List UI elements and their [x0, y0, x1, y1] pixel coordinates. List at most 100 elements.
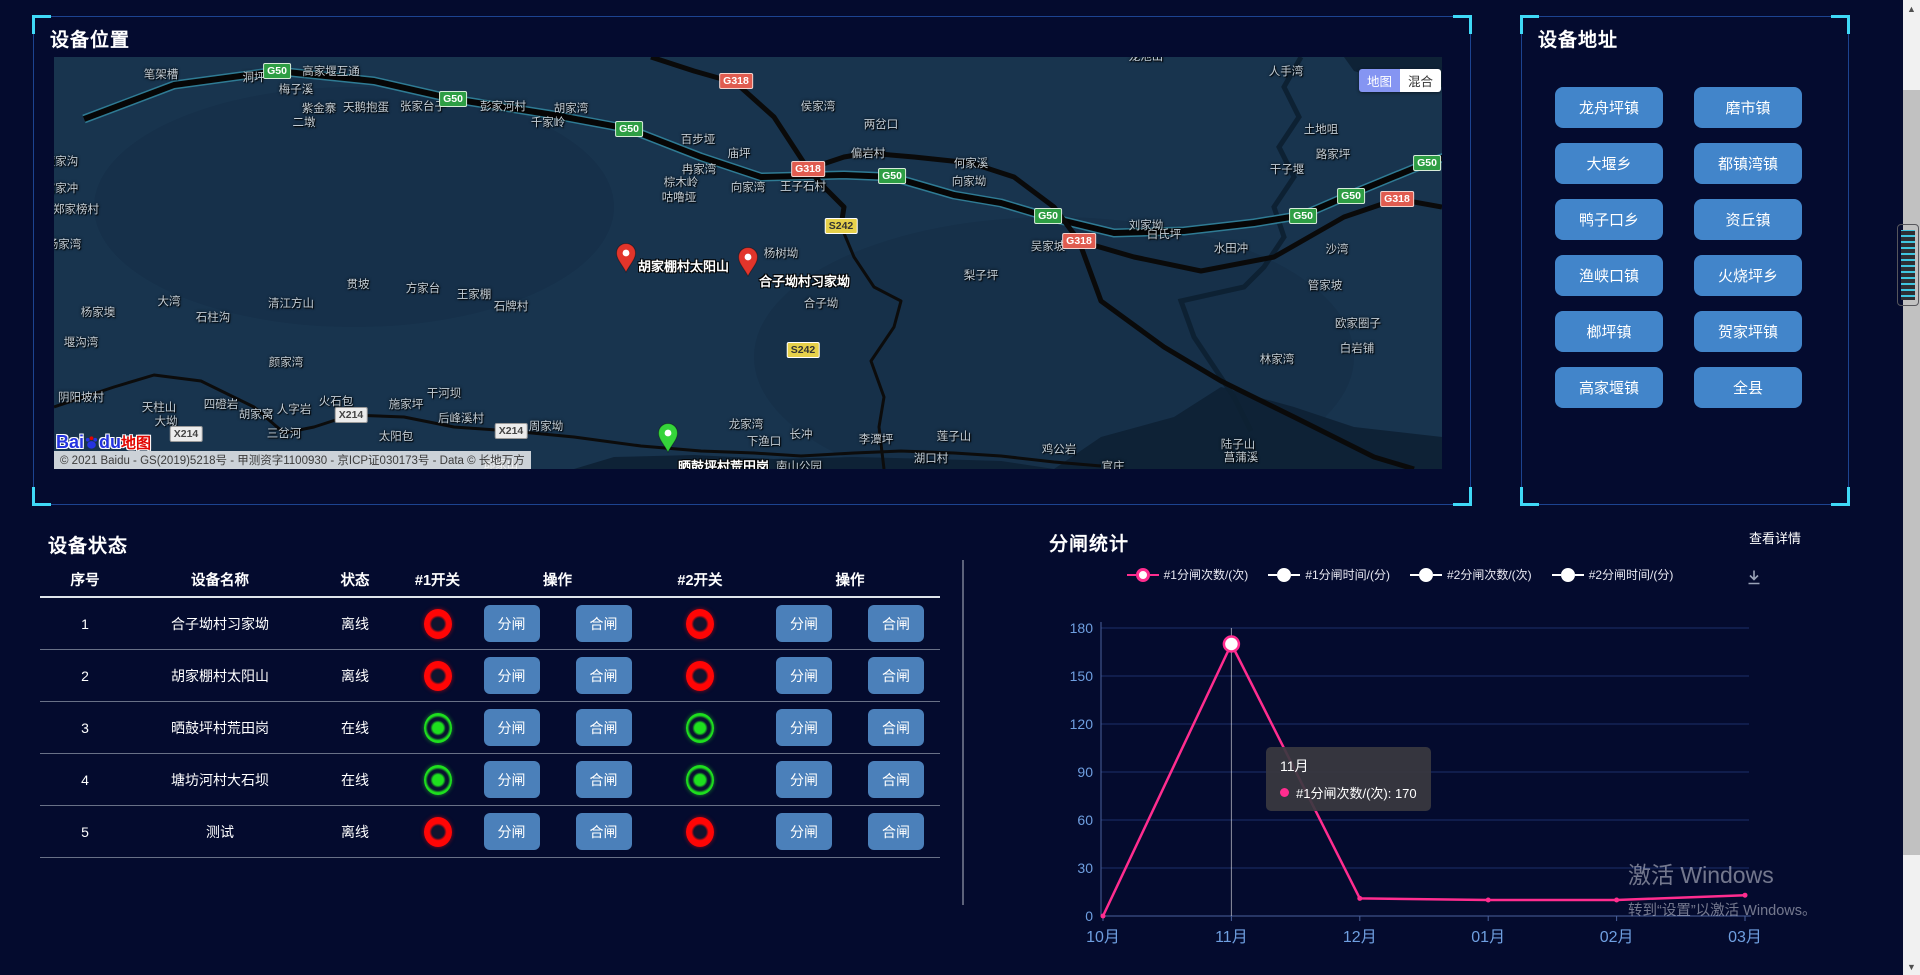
- map-type-hybrid-button[interactable]: 混合: [1400, 69, 1441, 92]
- legend-label: #1分闸次数/(次): [1164, 566, 1249, 583]
- legend-item[interactable]: #2分闸时间/(分): [1552, 566, 1674, 583]
- map-place-label: 施家坪: [389, 396, 424, 412]
- address-button[interactable]: 鸭子口乡: [1555, 199, 1663, 240]
- address-button[interactable]: 渔峡口镇: [1555, 255, 1663, 296]
- watermark-line1: 激活 Windows: [1628, 856, 1817, 890]
- open-switch-button[interactable]: 分闸: [776, 761, 832, 798]
- legend-label: #2分闸次数/(次): [1447, 566, 1532, 583]
- address-button[interactable]: 资丘镇: [1694, 199, 1802, 240]
- scrollbar-thumb[interactable]: [1903, 90, 1920, 855]
- map-place-label: 鸡公岩: [1042, 441, 1077, 457]
- baidu-logo-text: Bai: [56, 432, 84, 452]
- address-button[interactable]: 高家堰镇: [1555, 367, 1663, 408]
- device-status: 离线: [310, 614, 400, 634]
- map-place-label: 人手湾: [1269, 63, 1304, 79]
- baidu-map[interactable]: 笔架槽洞坪天鹅抱蛋胡家湾高家堰互通梅子溪紫金寨二墩张家台子彭家河村千家岭龙池山人…: [54, 57, 1442, 469]
- corner-decoration: [1520, 487, 1539, 506]
- open-switch-button[interactable]: 分闸: [776, 709, 832, 746]
- open-switch-button[interactable]: 分闸: [484, 709, 540, 746]
- legend-label: #2分闸时间/(分): [1589, 566, 1674, 583]
- road-shield: G318: [791, 161, 825, 177]
- browser-scrollbar[interactable]: ▲ ▼: [1903, 0, 1920, 975]
- download-icon[interactable]: [1745, 568, 1763, 586]
- map-place-label: 官家冲: [54, 180, 78, 196]
- close-switch-button[interactable]: 合闸: [576, 605, 632, 642]
- svg-text:0: 0: [1085, 908, 1093, 924]
- address-button[interactable]: 贺家坪镇: [1694, 311, 1802, 352]
- road-shield: G50: [439, 91, 467, 107]
- close-switch-button[interactable]: 合闸: [576, 761, 632, 798]
- map-place-label: 干子堰: [1270, 161, 1305, 177]
- close-switch-button[interactable]: 合闸: [576, 709, 632, 746]
- device-name: 胡家棚村太阳山: [130, 666, 310, 686]
- road-shield: G50: [1413, 155, 1441, 171]
- address-button[interactable]: 龙舟坪镇: [1555, 87, 1663, 128]
- map-place-label: 三岔河: [267, 425, 302, 441]
- close-switch-button[interactable]: 合闸: [868, 605, 924, 642]
- close-switch-button[interactable]: 合闸: [576, 813, 632, 850]
- legend-item[interactable]: #1分闸次数/(次): [1127, 566, 1249, 583]
- road-shield: X214: [335, 407, 368, 423]
- view-details-link[interactable]: 查看详情: [1749, 528, 1801, 547]
- map-place-label: 杨家湾: [54, 236, 81, 252]
- tooltip-series-dot: [1280, 788, 1289, 797]
- open-switch-button[interactable]: 分闸: [484, 657, 540, 694]
- switch-indicator-red: [686, 609, 714, 639]
- map-type-map-button[interactable]: 地图: [1359, 69, 1400, 92]
- legend-item[interactable]: #2分闸次数/(次): [1410, 566, 1532, 583]
- open-switch-button[interactable]: 分闸: [484, 813, 540, 850]
- open-switch-button[interactable]: 分闸: [484, 605, 540, 642]
- table-row: 3晒鼓坪村荒田岗在线分闸合闸分闸合闸: [40, 702, 940, 754]
- baidu-logo-text: du: [99, 432, 121, 452]
- map-place-label: 白岩铺: [1340, 340, 1375, 356]
- road-shield: X214: [170, 426, 203, 442]
- map-place-label: 杨家墺: [81, 304, 116, 320]
- open-switch-button[interactable]: 分闸: [776, 605, 832, 642]
- map-pin-icon[interactable]: [615, 243, 637, 273]
- map-place-label: 太阳包: [379, 428, 414, 444]
- close-switch-button[interactable]: 合闸: [868, 709, 924, 746]
- device-status-table: 序号设备名称状态#1开关操作#2开关操作1合子坳村习家坳离线分闸合闸分闸合闸2胡…: [40, 562, 940, 858]
- map-place-label: 官庄: [1102, 458, 1125, 469]
- map-place-label: 湖口村: [914, 450, 949, 466]
- scrollbar-down-arrow[interactable]: ▼: [1903, 958, 1920, 975]
- map-type-control: 地图 混合: [1359, 69, 1441, 92]
- scrollbar-up-arrow[interactable]: ▲: [1903, 0, 1920, 17]
- map-place-label: 合子坳: [804, 295, 839, 311]
- map-pin-icon[interactable]: [737, 247, 759, 277]
- map-place-label: 向家坳: [952, 173, 987, 189]
- map-pin-label: 胡家棚村太阳山: [638, 256, 729, 275]
- road-shield: S242: [825, 218, 858, 234]
- device-no: 1: [40, 616, 130, 632]
- map-place-label: 向家湾: [731, 179, 766, 195]
- address-button[interactable]: 大堰乡: [1555, 143, 1663, 184]
- device-status: 在线: [310, 770, 400, 790]
- address-button[interactable]: 全县: [1694, 367, 1802, 408]
- road-shield: G50: [615, 121, 643, 137]
- address-button[interactable]: 都镇湾镇: [1694, 143, 1802, 184]
- device-location-panel: 设备位置 笔架槽洞坪天鹅抱蛋胡家湾高家堰互通梅子溪紫金寨二墩张家台子彭家河村千家…: [33, 16, 1471, 505]
- open-switch-button[interactable]: 分闸: [776, 657, 832, 694]
- road-shield: X214: [495, 423, 528, 439]
- map-place-label: 下渔口: [747, 433, 782, 449]
- close-switch-button[interactable]: 合闸: [868, 657, 924, 694]
- address-button[interactable]: 磨市镇: [1694, 87, 1802, 128]
- device-status-title: 设备状态: [48, 531, 128, 558]
- map-place-label: 天鹅抱蛋: [343, 99, 389, 115]
- map-place-label: 阴阳坡村: [58, 389, 104, 405]
- device-no: 4: [40, 772, 130, 788]
- close-switch-button[interactable]: 合闸: [576, 657, 632, 694]
- open-switch-button[interactable]: 分闸: [776, 813, 832, 850]
- map-place-label: 土地咀: [1304, 121, 1339, 137]
- device-no: 5: [40, 824, 130, 840]
- address-button[interactable]: 榔坪镇: [1555, 311, 1663, 352]
- address-button[interactable]: 火烧坪乡: [1694, 255, 1802, 296]
- map-place-label: 梅子溪: [279, 81, 314, 97]
- close-switch-button[interactable]: 合闸: [868, 813, 924, 850]
- legend-item[interactable]: #1分闸时间/(分): [1268, 566, 1390, 583]
- switch-indicator-red: [686, 661, 714, 691]
- map-pin-icon[interactable]: [657, 423, 679, 453]
- open-switch-button[interactable]: 分闸: [484, 761, 540, 798]
- close-switch-button[interactable]: 合闸: [868, 761, 924, 798]
- map-place-label: 清江方山: [268, 295, 314, 311]
